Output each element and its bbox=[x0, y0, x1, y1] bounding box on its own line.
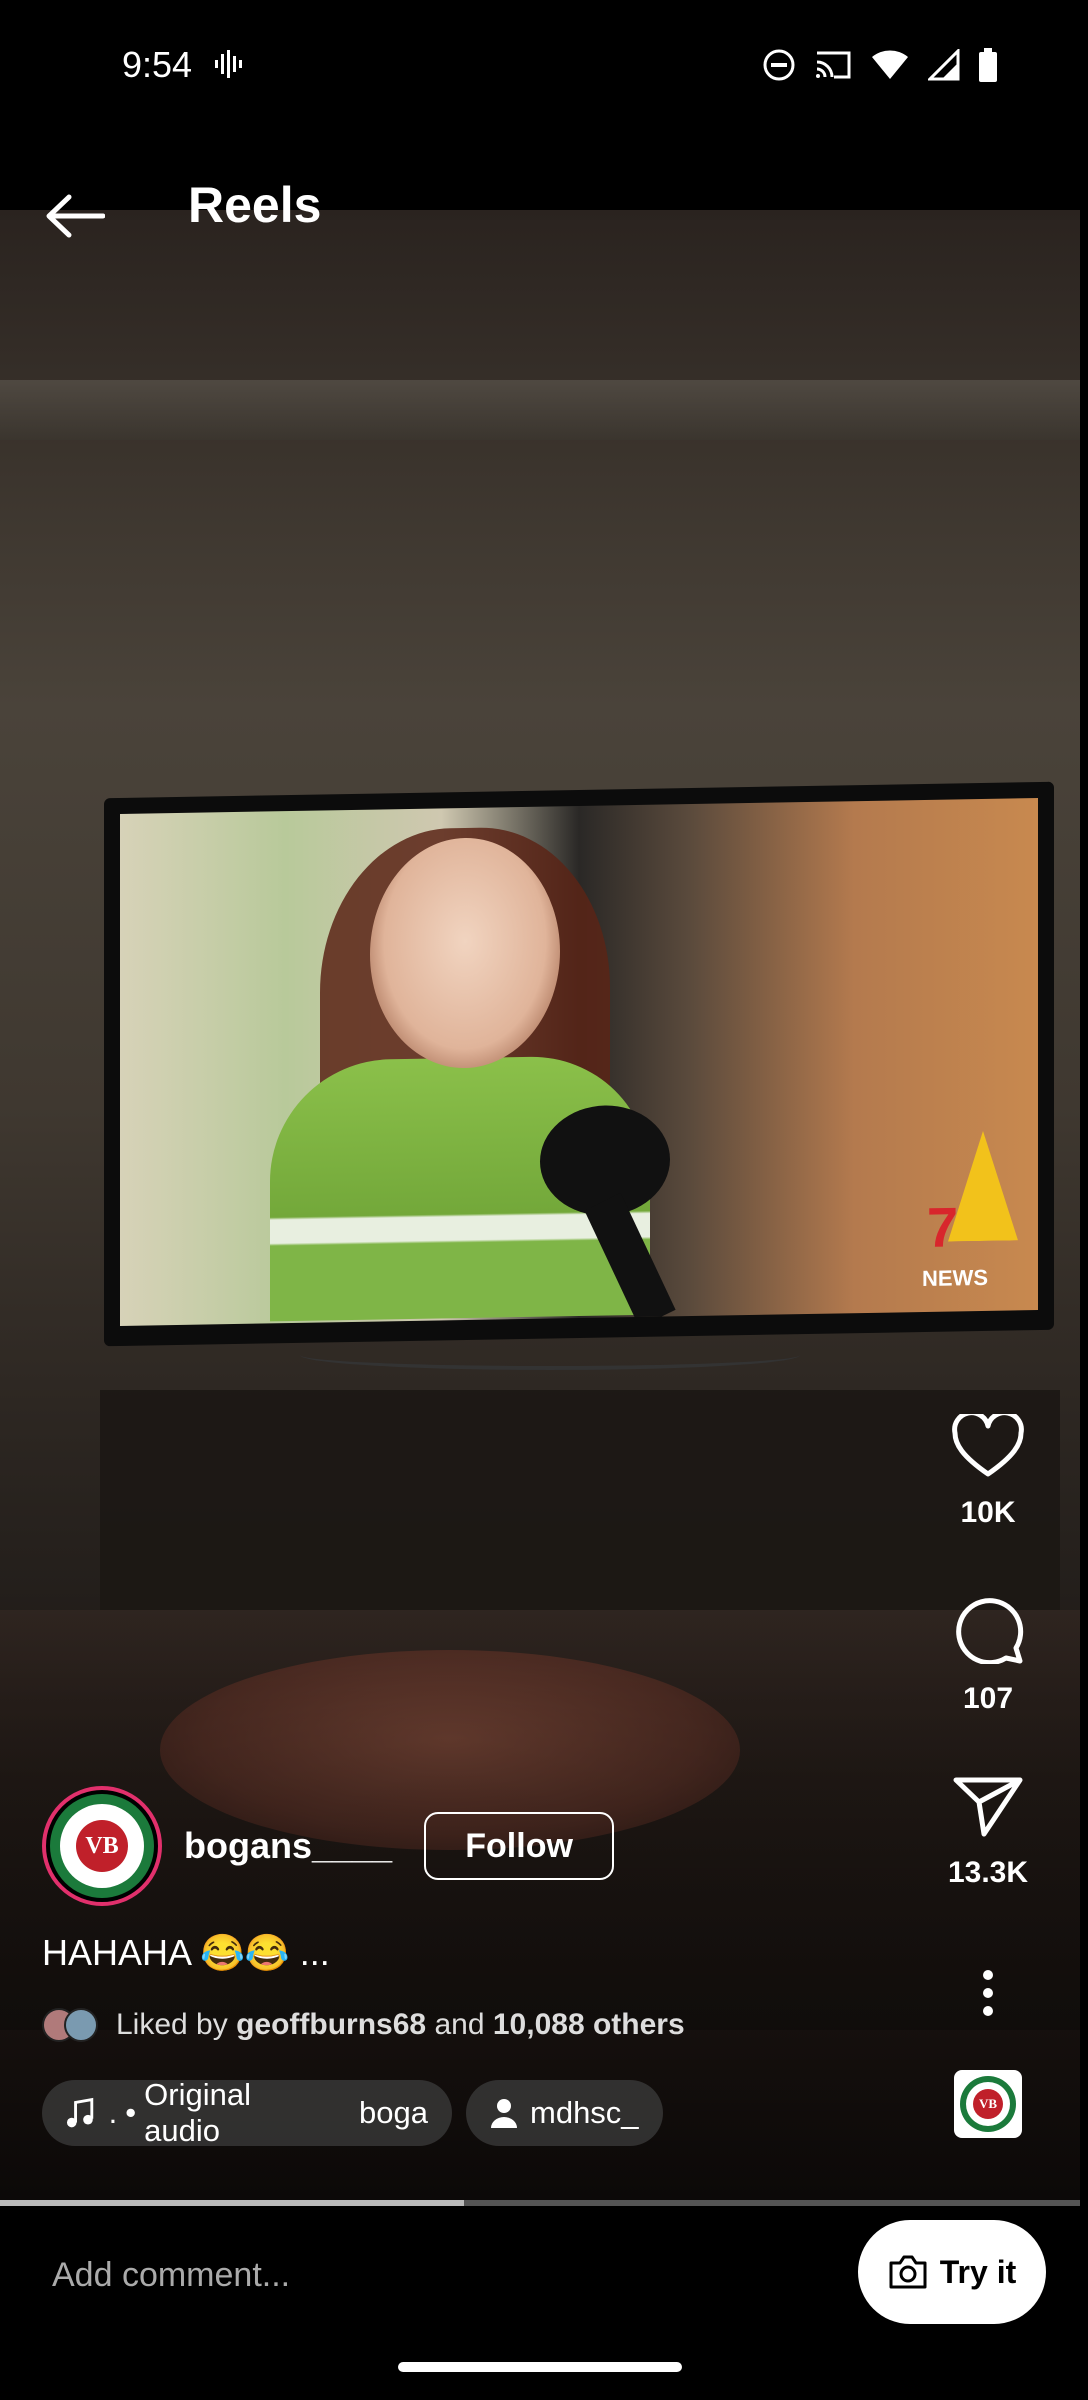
tv-stand bbox=[300, 1340, 800, 1370]
heart-icon[interactable] bbox=[952, 1414, 1024, 1478]
do-not-disturb-icon bbox=[763, 49, 795, 81]
vb-logo-icon: VB bbox=[960, 2076, 1016, 2132]
voice-activity-icon bbox=[214, 50, 244, 83]
follow-button[interactable]: Follow bbox=[424, 1812, 615, 1880]
audio-owner: boga bbox=[359, 2095, 428, 2130]
vb-logo-icon: VB bbox=[50, 1794, 154, 1898]
avatar[interactable]: VB bbox=[42, 1786, 162, 1906]
tv-caution-sign bbox=[948, 1130, 1018, 1241]
tv-screen: 7 NEWS bbox=[120, 797, 1038, 1327]
try-it-label: Try it bbox=[939, 2253, 1017, 2290]
music-note-icon bbox=[66, 2097, 94, 2128]
share-action[interactable]: 13.3K bbox=[888, 1774, 1088, 1890]
liked-by-avatars bbox=[42, 2008, 100, 2042]
more-options-button[interactable] bbox=[888, 1958, 1088, 2028]
back-arrow-icon bbox=[46, 194, 105, 238]
signal-icon bbox=[928, 49, 960, 81]
status-icons bbox=[762, 48, 998, 82]
chips: . • Original audio boga mdhsc_ bbox=[42, 2077, 663, 2148]
more-vertical-icon bbox=[983, 1970, 993, 2016]
liked-by-user[interactable]: geoffburns68 bbox=[236, 2008, 426, 2042]
comment-icon[interactable] bbox=[952, 1594, 1024, 1664]
liked-by-others[interactable]: 10,088 others bbox=[493, 2008, 685, 2042]
audio-dot: . bbox=[108, 2095, 118, 2130]
comment-input[interactable]: Add comment... bbox=[52, 2256, 290, 2295]
home-indicator[interactable] bbox=[398, 2362, 682, 2372]
tagged-user-chip[interactable]: mdhsc_ bbox=[466, 2080, 663, 2146]
tagged-user: mdhsc_ bbox=[530, 2095, 639, 2130]
status-bar: 9:54 bbox=[0, 0, 1088, 134]
share-count: 13.3K bbox=[947, 1856, 1029, 1889]
caption[interactable]: HAHAHA 😂😂 ... bbox=[42, 1932, 330, 1974]
like-action[interactable]: 10K bbox=[888, 1414, 1088, 1530]
tv-news-seven: 7 bbox=[926, 1195, 958, 1259]
status-time: 9:54 bbox=[122, 44, 193, 85]
cast-icon bbox=[816, 51, 851, 79]
liked-by-and: and bbox=[434, 2008, 485, 2041]
header: Reels bbox=[0, 134, 1088, 274]
audio-thumbnail[interactable]: VB bbox=[954, 2070, 1022, 2138]
page-title: Reels bbox=[188, 177, 322, 233]
wifi-icon bbox=[872, 50, 908, 79]
tv-news-logo: NEWS bbox=[922, 1264, 988, 1292]
battery-icon bbox=[979, 48, 997, 82]
comment-action[interactable]: 107 bbox=[888, 1594, 1088, 1716]
share-icon[interactable] bbox=[952, 1774, 1024, 1838]
try-it-button[interactable]: Try it bbox=[858, 2220, 1046, 2324]
audio-label: Original audio bbox=[144, 2077, 251, 2148]
wall-trim bbox=[0, 380, 1080, 440]
back-button[interactable] bbox=[40, 186, 110, 246]
user-row: VB bogans____ Follow bbox=[42, 1786, 615, 1906]
tv-frame: 7 NEWS bbox=[104, 781, 1054, 1347]
camera-icon bbox=[889, 2255, 927, 2289]
comment-count: 107 bbox=[962, 1682, 1014, 1715]
liked-by[interactable]: Liked by geoffburns68 and 10,088 others bbox=[42, 2008, 685, 2042]
audio-chip[interactable]: . • Original audio boga bbox=[42, 2077, 452, 2148]
person-icon bbox=[491, 2099, 517, 2128]
username[interactable]: bogans____ bbox=[184, 1825, 392, 1867]
liked-by-prefix: Liked by bbox=[116, 2008, 228, 2041]
like-count: 10K bbox=[960, 1496, 1016, 1529]
bottom-bar: Add comment... Try it bbox=[0, 2206, 1088, 2400]
